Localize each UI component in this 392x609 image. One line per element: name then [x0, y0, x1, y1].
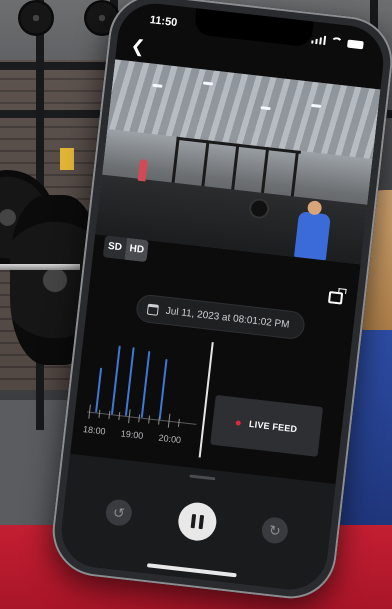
quality-sd-option[interactable]: SD	[102, 235, 128, 260]
signal-icon	[311, 34, 327, 46]
forward-icon[interactable]: ↻	[260, 516, 290, 545]
timeline-label: 19:00	[120, 428, 144, 441]
clip-icon[interactable]	[327, 291, 344, 305]
recording-segment	[158, 358, 168, 420]
battery-icon	[347, 39, 364, 49]
calendar-icon	[146, 303, 159, 316]
date-time-selector[interactable]: Jul 11, 2023 at 08:01:02 PM	[134, 293, 306, 341]
wifi-icon	[330, 36, 344, 47]
quality-hd-option[interactable]: HD	[124, 237, 149, 263]
timeline-label: 20:00	[158, 432, 182, 446]
status-time: 11:50	[149, 14, 178, 30]
recording-segment	[95, 367, 103, 413]
recording-segment	[110, 345, 121, 415]
live-feed-button[interactable]: LIVE FEED	[210, 394, 324, 457]
live-indicator-dot	[235, 419, 242, 426]
recording-timeline[interactable]: 18:00 19:00 20:00 LIVE FEED	[71, 328, 350, 477]
timestamp-label: Jul 11, 2023 at 08:01:02 PM	[165, 305, 291, 331]
pause-button[interactable]	[175, 500, 218, 543]
playback-controls: ↺ ↻	[57, 453, 336, 594]
recording-segment	[124, 347, 135, 416]
pause-icon	[190, 513, 196, 529]
rewind-icon[interactable]: ↺	[104, 498, 134, 528]
sheet-handle[interactable]	[188, 474, 215, 481]
live-feed-label: LIVE FEED	[248, 418, 298, 435]
camera-video-feed[interactable]	[95, 59, 381, 265]
quality-toggle: SD HD	[102, 235, 149, 263]
back-arrow-icon[interactable]: ❮	[130, 35, 154, 59]
recording-segment	[140, 350, 151, 418]
home-indicator[interactable]	[146, 563, 237, 578]
timeline-label: 18:00	[82, 424, 107, 437]
app-screen: 11:50 ❮ SD HD Jul 11, 2023 at 08:01:02 P…	[57, 0, 388, 594]
